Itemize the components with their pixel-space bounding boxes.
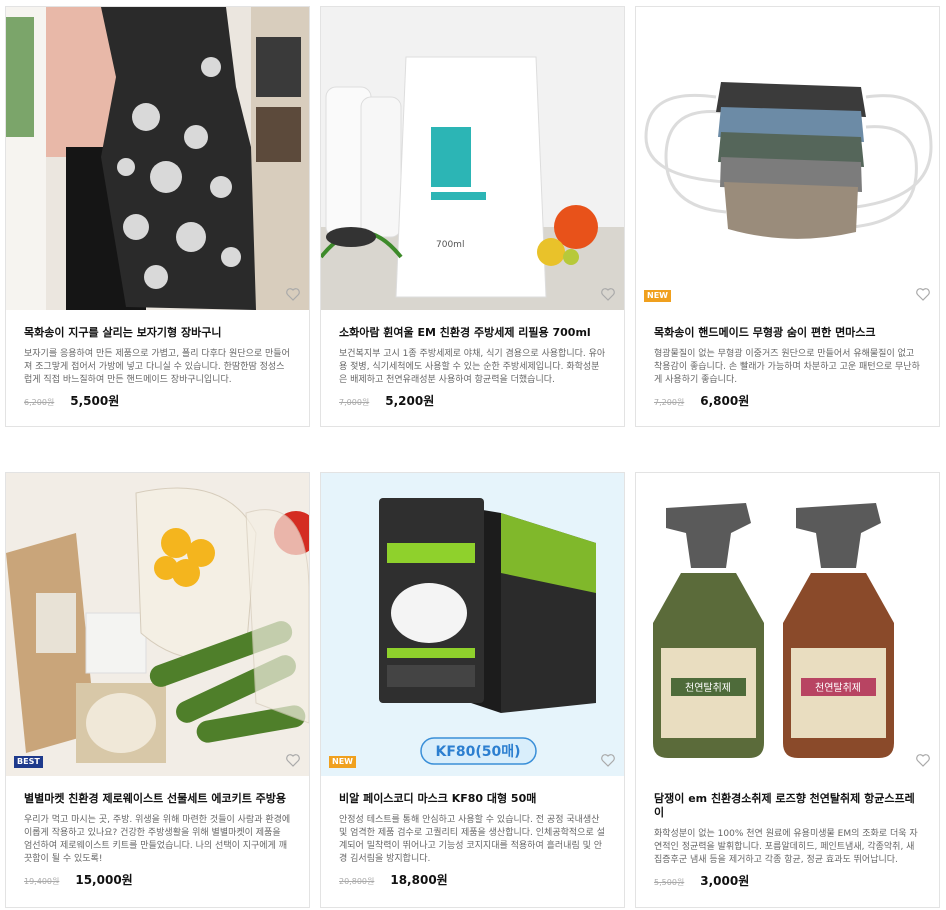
heart-icon[interactable] bbox=[285, 286, 301, 302]
heart-icon[interactable] bbox=[915, 752, 931, 768]
product-card[interactable]: KF80(50매) NEW 비알 페이스코디 마스크 KF80 대형 50매 안… bbox=[320, 472, 625, 908]
sale-price: 5,500원 bbox=[70, 394, 120, 408]
eco-kit-photo bbox=[6, 473, 309, 776]
bottle-label-left: 천연탈취제 bbox=[685, 681, 731, 694]
original-price: 19,400원 bbox=[24, 877, 60, 886]
new-badge: NEW bbox=[644, 290, 671, 302]
dish-soap-photo: 700ml bbox=[321, 7, 624, 310]
original-price: 7,000원 bbox=[339, 398, 370, 407]
original-price: 6,200원 bbox=[24, 398, 55, 407]
product-description: 우리가 먹고 마시는 곳, 주방. 위생을 위해 마련한 것들이 사람과 환경에… bbox=[24, 815, 291, 864]
product-image[interactable]: BEST bbox=[6, 473, 309, 776]
product-name[interactable]: 담쟁이 em 친환경소취제 로즈향 천연탈취제 항균스프레이 bbox=[654, 792, 921, 820]
product-name[interactable]: 별별마켓 친환경 제로웨이스트 선물세트 에코키트 주방용 bbox=[24, 792, 291, 806]
sale-price: 5,200원 bbox=[385, 394, 435, 408]
product-description: 형광물질이 없는 무형광 이중거즈 원단으로 만들어서 유해물질이 없고 착용감… bbox=[654, 349, 920, 385]
new-badge: NEW bbox=[329, 756, 356, 768]
product-description: 보건복지부 고시 1종 주방세제로 야채, 식기 겸용으로 사용합니다. 유아용… bbox=[339, 349, 606, 385]
kf80-mask-photo: KF80(50매) bbox=[321, 473, 624, 776]
product-card[interactable]: NEW 목화송이 핸드메이드 무형광 숨이 편한 면마스크 형광물질이 없는 무… bbox=[635, 6, 940, 427]
heart-icon[interactable] bbox=[915, 286, 931, 302]
original-price: 20,800원 bbox=[339, 877, 375, 886]
kf80-pill-label: KF80(50매) bbox=[435, 744, 520, 760]
original-price: 7,200원 bbox=[654, 398, 685, 407]
product-description: 안정성 테스트를 통해 안심하고 사용할 수 있습니다. 전 공정 국내생산 및… bbox=[339, 815, 605, 864]
product-name[interactable]: 비알 페이스코디 마스크 KF80 대형 50매 bbox=[339, 792, 606, 806]
sale-price: 18,800원 bbox=[390, 873, 448, 887]
product-name[interactable]: 목화송이 지구를 살리는 보자기형 장바구니 bbox=[24, 326, 291, 340]
cloth-mask-photo bbox=[636, 7, 939, 310]
product-image[interactable]: NEW bbox=[636, 7, 939, 310]
product-image[interactable]: 700ml bbox=[321, 7, 624, 310]
sale-price: 3,000원 bbox=[700, 874, 750, 888]
product-description: 보자기를 응용하여 만든 제품으로 가볍고, 폴리 다후다 원단으로 만들어져 … bbox=[24, 349, 290, 385]
tote-bag-photo bbox=[6, 7, 309, 310]
product-card[interactable]: 700ml 소화아람 휜여울 EM 친환경 주방세제 리필용 700ml 보건복… bbox=[320, 6, 625, 427]
product-name[interactable]: 목화송이 핸드메이드 무형광 숨이 편한 면마스크 bbox=[654, 326, 921, 340]
product-image[interactable]: 천연탈취제 천연탈취제 bbox=[636, 473, 939, 776]
product-description: 화학성분이 없는 100% 천연 원료에 유용미생물 EM의 조화로 더욱 자연… bbox=[654, 829, 918, 865]
heart-icon[interactable] bbox=[600, 752, 616, 768]
original-price: 5,500원 bbox=[654, 878, 685, 887]
product-card[interactable]: BEST 별별마켓 친환경 제로웨이스트 선물세트 에코키트 주방용 우리가 먹… bbox=[5, 472, 310, 908]
pack-volume-label: 700ml bbox=[436, 240, 464, 250]
sale-price: 6,800원 bbox=[700, 394, 750, 408]
heart-icon[interactable] bbox=[600, 286, 616, 302]
deodorant-spray-photo: 천연탈취제 천연탈취제 bbox=[636, 473, 939, 776]
sale-price: 15,000원 bbox=[75, 873, 133, 887]
product-card[interactable]: 천연탈취제 천연탈취제 담쟁이 em 친환경소취제 로즈향 천연탈취제 항균스프… bbox=[635, 472, 940, 908]
bottle-label-right: 천연탈취제 bbox=[815, 681, 861, 694]
best-badge: BEST bbox=[14, 756, 43, 768]
heart-icon[interactable] bbox=[285, 752, 301, 768]
product-card[interactable]: 목화송이 지구를 살리는 보자기형 장바구니 보자기를 응용하여 만든 제품으로… bbox=[5, 6, 310, 427]
product-image[interactable] bbox=[6, 7, 309, 310]
product-image[interactable]: KF80(50매) NEW bbox=[321, 473, 624, 776]
product-name[interactable]: 소화아람 휜여울 EM 친환경 주방세제 리필용 700ml bbox=[339, 326, 606, 340]
